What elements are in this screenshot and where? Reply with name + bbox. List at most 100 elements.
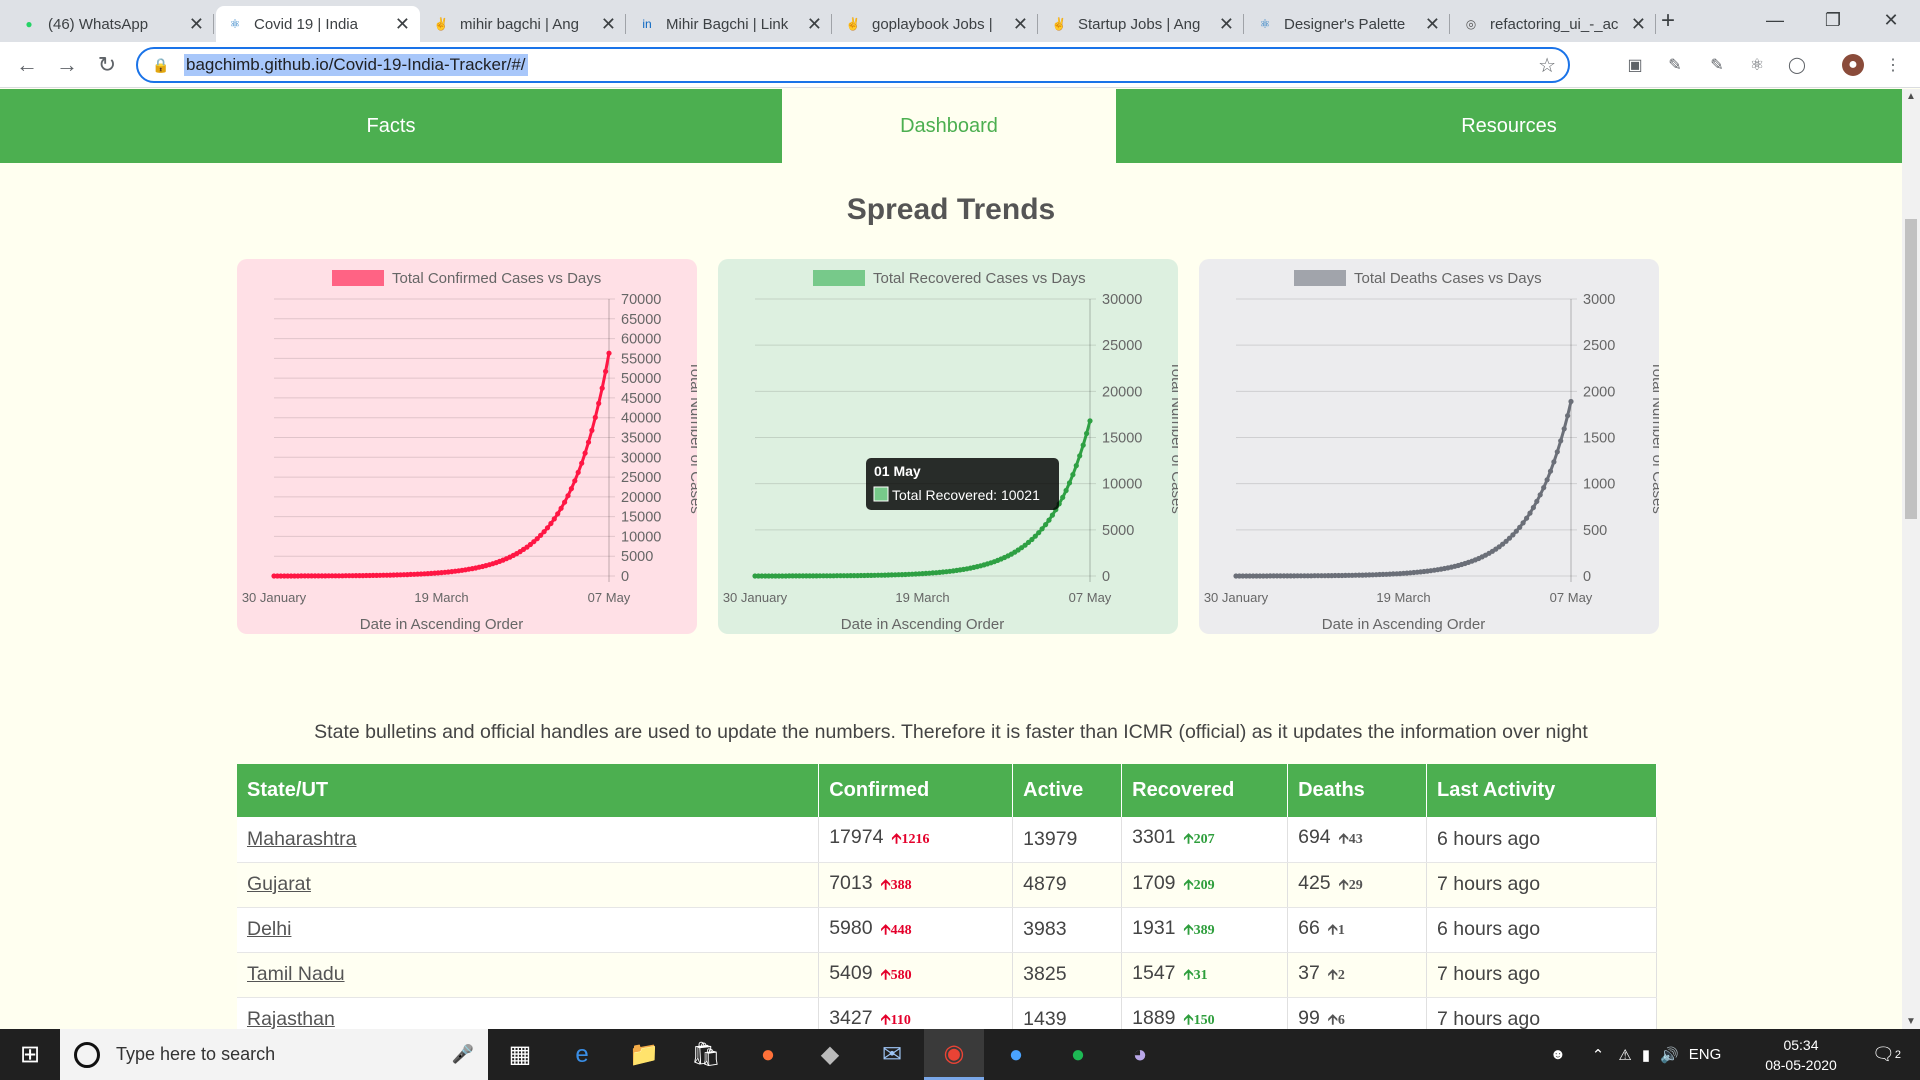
restore-icon[interactable]: ❐ [1804, 0, 1862, 40]
data-point[interactable] [1541, 485, 1547, 491]
back-icon[interactable]: ← [12, 50, 42, 80]
cell-state[interactable]: Gujarat [237, 862, 820, 908]
data-point[interactable] [1046, 517, 1052, 523]
security-icon[interactable]: ⚠ [1618, 1046, 1631, 1064]
forward-icon[interactable]: → [52, 50, 82, 80]
data-point[interactable] [558, 505, 564, 511]
tab-close-icon[interactable]: ✕ [1219, 14, 1234, 35]
data-point[interactable] [1063, 487, 1069, 494]
data-point[interactable] [596, 400, 602, 406]
taskbar-search[interactable]: Type here to search 🎤 [60, 1029, 488, 1080]
notification-center-icon[interactable]: 🗨 2 [1872, 1029, 1901, 1080]
minimize-icon[interactable]: — [1746, 0, 1804, 40]
microphone-icon[interactable]: 🎤 [452, 1044, 474, 1065]
tab-close-icon[interactable]: ✕ [1425, 14, 1440, 35]
data-point[interactable] [606, 350, 612, 356]
cortana-icon[interactable] [74, 1041, 100, 1068]
data-point[interactable] [572, 478, 578, 484]
table-row[interactable]: Rajasthan 3427 🡩110 1439 1889 🡩150 99 🡩6 7 hours… [237, 997, 1657, 1029]
data-point[interactable] [603, 368, 609, 374]
data-point[interactable] [551, 516, 557, 522]
data-point[interactable] [1558, 438, 1564, 444]
tab-close-icon[interactable]: ✕ [601, 14, 616, 35]
url-text[interactable]: bagchimb.github.io/Covid-19-India-Tracke… [184, 54, 528, 76]
task-view-icon[interactable]: ▦ [490, 1029, 550, 1080]
header-confirmed[interactable]: Confirmed [818, 764, 1014, 817]
data-point[interactable] [599, 385, 605, 391]
spotify-icon[interactable]: ● [1048, 1029, 1108, 1080]
scrollbar-thumb[interactable] [1905, 219, 1917, 519]
data-point[interactable] [548, 520, 554, 527]
data-point[interactable] [1547, 468, 1554, 474]
tab-close-icon[interactable]: ✕ [807, 14, 822, 35]
state-link[interactable]: Rajasthan [247, 1008, 335, 1029]
nav-resources[interactable]: Resources [1116, 89, 1902, 163]
state-link[interactable]: Maharashtra [247, 828, 356, 850]
data-point[interactable] [1513, 528, 1519, 534]
data-point[interactable] [1070, 472, 1076, 478]
data-point[interactable] [1530, 504, 1536, 511]
state-link[interactable]: Tamil Nadu [247, 963, 345, 985]
tray-chevron-icon[interactable]: ⌃ [1592, 1046, 1605, 1064]
firefox-dev-icon[interactable]: ● [986, 1029, 1046, 1080]
data-point[interactable] [1544, 477, 1550, 483]
table-row[interactable]: Maharashtra 17974 🡩1216 13979 3301 🡩207 694 🡩43… [237, 817, 1657, 863]
scroll-down-icon[interactable]: ▼ [1906, 1016, 1916, 1027]
file-explorer-icon[interactable]: 📁 [614, 1029, 674, 1080]
people-icon[interactable]: ☻ [1550, 1046, 1566, 1063]
cell-state[interactable]: Maharashtra [237, 817, 820, 863]
data-point[interactable] [555, 511, 561, 517]
data-point[interactable] [1561, 426, 1567, 432]
table-row[interactable]: Gujarat 7013 🡩388 4879 1709 🡩209 425 🡩29 7 hours… [237, 862, 1657, 908]
data-point[interactable] [1554, 449, 1560, 455]
data-point[interactable] [589, 427, 595, 433]
legend-label[interactable]: Total Deaths Cases vs Days [1354, 270, 1542, 287]
extension-circle-icon[interactable]: ◯ [1786, 54, 1808, 76]
data-point[interactable] [1524, 515, 1530, 521]
nav-dashboard[interactable]: Dashboard [782, 89, 1116, 163]
data-point[interactable] [1568, 398, 1574, 405]
data-point[interactable] [544, 525, 551, 531]
browser-tab[interactable]: ✌ Startup Jobs | Ang ✕ [1040, 6, 1244, 42]
data-point[interactable] [1517, 524, 1523, 530]
firefox-icon[interactable]: ● [738, 1029, 798, 1080]
data-point[interactable] [1551, 459, 1557, 465]
language-indicator[interactable]: ENG [1689, 1046, 1722, 1063]
data-point[interactable] [1077, 453, 1083, 459]
data-point[interactable] [568, 486, 574, 492]
browser-tab[interactable]: ⚛ Designer's Palette ✕ [1246, 6, 1450, 42]
data-point[interactable] [1084, 430, 1090, 437]
cell-state[interactable]: Rajasthan [237, 997, 820, 1029]
data-point[interactable] [1527, 510, 1533, 516]
legend-label[interactable]: Total Recovered Cases vs Days [873, 270, 1086, 287]
tab-close-icon[interactable]: ✕ [189, 14, 204, 35]
data-point[interactable] [1534, 498, 1540, 504]
data-point[interactable] [1087, 418, 1093, 424]
header-state[interactable]: State/UT [237, 764, 820, 817]
store-icon[interactable]: 🛍 [676, 1029, 736, 1080]
windows-start-icon[interactable]: ⊞ [0, 1029, 60, 1080]
react-devtools-icon[interactable]: ⚛ [1746, 54, 1768, 76]
data-point[interactable] [562, 499, 568, 505]
data-point[interactable] [1036, 530, 1042, 536]
taskbar-clock[interactable]: 05:34 08-05-2020 [1756, 1035, 1846, 1075]
data-point[interactable] [541, 529, 547, 535]
data-point[interactable] [1066, 480, 1073, 486]
volume-icon[interactable]: 🔊 [1660, 1046, 1679, 1064]
data-point[interactable] [582, 450, 588, 456]
browser-tab[interactable]: ● (46) WhatsApp ✕ [10, 6, 214, 42]
data-point[interactable] [575, 469, 581, 475]
data-point[interactable] [1039, 526, 1045, 532]
browser-tab[interactable]: in Mihir Bagchi | Link ✕ [628, 6, 832, 42]
data-point[interactable] [585, 439, 592, 445]
eyedropper-icon[interactable]: ✎ [1664, 54, 1686, 76]
state-link[interactable]: Delhi [247, 918, 291, 940]
edge-icon[interactable]: e [552, 1029, 612, 1080]
browser-tab[interactable]: ✌ goplaybook Jobs | ✕ [834, 6, 1038, 42]
state-link[interactable]: Gujarat [247, 873, 311, 895]
app-icon[interactable]: ◕ [1110, 1029, 1170, 1080]
data-point[interactable] [1080, 442, 1086, 448]
address-bar[interactable]: 🔒 bagchimb.github.io/Covid-19-India-Trac… [136, 47, 1570, 83]
menu-dots-icon[interactable]: ⋮ [1882, 54, 1904, 76]
new-tab-button[interactable]: + [1653, 6, 1683, 36]
